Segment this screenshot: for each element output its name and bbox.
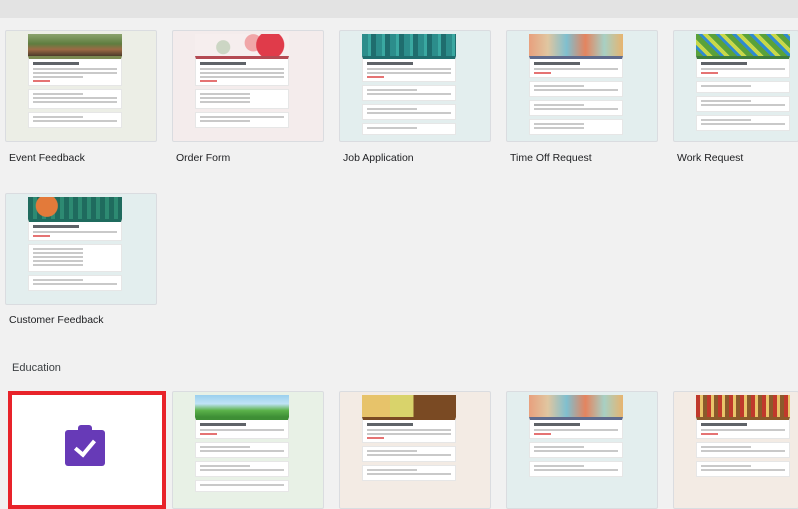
form-preview xyxy=(529,56,623,141)
template-card-customer-feedback[interactable] xyxy=(5,193,157,305)
form-preview xyxy=(195,56,289,141)
form-preview xyxy=(696,56,790,141)
section-title-education: Education xyxy=(12,362,61,374)
template-card-worksheet[interactable] xyxy=(506,391,658,509)
time-off-request-thumbnail xyxy=(529,34,623,56)
template-card-course-evaluation[interactable] xyxy=(673,391,798,509)
form-preview xyxy=(696,417,790,508)
form-preview xyxy=(28,219,122,304)
form-preview xyxy=(362,417,456,508)
exit-ticket-thumbnail xyxy=(195,395,289,417)
template-card-order-form[interactable] xyxy=(172,30,324,142)
worksheet-thumbnail xyxy=(529,395,623,417)
template-card-exit-ticket[interactable] xyxy=(172,391,324,509)
template-card-job-application[interactable] xyxy=(339,30,491,142)
assessment-thumbnail xyxy=(362,395,456,417)
template-card-event-feedback[interactable] xyxy=(5,30,157,142)
job-application-thumbnail xyxy=(362,34,456,56)
template-label[interactable]: Time Off Request xyxy=(510,152,592,164)
clipboard-check-icon xyxy=(65,425,105,466)
template-label[interactable]: Work Request xyxy=(677,152,743,164)
course-evaluation-thumbnail xyxy=(696,395,790,417)
form-preview xyxy=(28,56,122,141)
top-bar xyxy=(0,0,798,18)
form-preview xyxy=(529,417,623,508)
template-card-assessment[interactable] xyxy=(339,391,491,509)
customer-feedback-thumbnail xyxy=(28,197,122,219)
template-label[interactable]: Job Application xyxy=(343,152,414,164)
work-request-thumbnail xyxy=(696,34,790,56)
blank-education-form-card[interactable] xyxy=(8,391,166,509)
form-preview xyxy=(195,417,289,508)
template-card-time-off-request[interactable] xyxy=(506,30,658,142)
event-feedback-thumbnail xyxy=(28,34,122,56)
template-label[interactable]: Event Feedback xyxy=(9,152,85,164)
form-preview xyxy=(362,56,456,141)
template-label[interactable]: Order Form xyxy=(176,152,230,164)
template-card-work-request[interactable] xyxy=(673,30,798,142)
template-label[interactable]: Customer Feedback xyxy=(9,314,104,326)
order-form-thumbnail xyxy=(195,34,289,56)
